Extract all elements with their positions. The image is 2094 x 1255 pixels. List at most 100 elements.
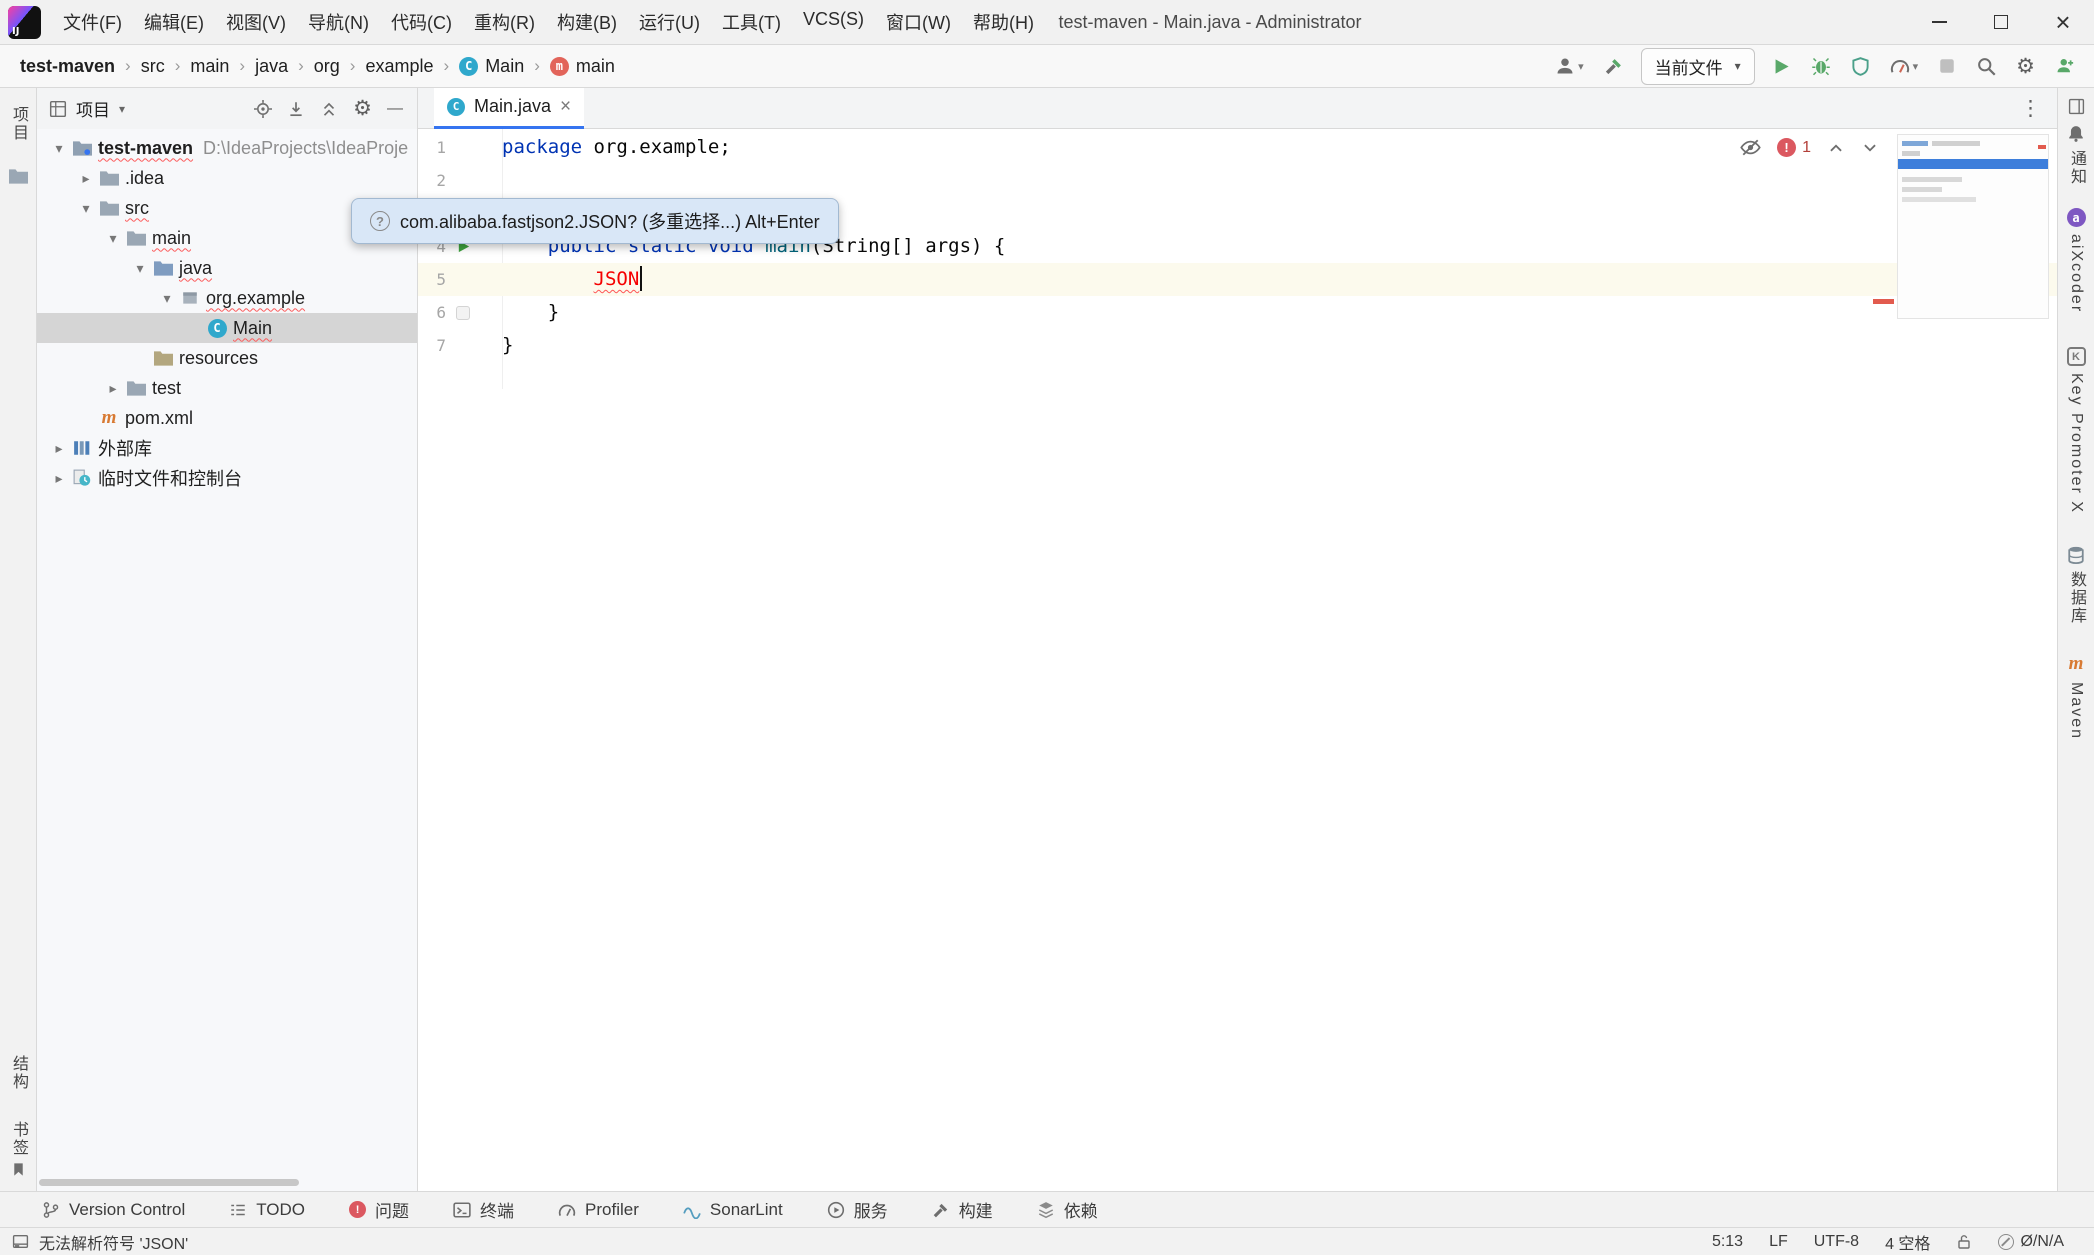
breadcrumb-method[interactable]: m main: [550, 56, 615, 77]
code-line[interactable]: 2: [418, 164, 2057, 197]
toolwindow-aixcoder-button[interactable]: aiXcoder: [2067, 234, 2085, 313]
close-icon[interactable]: ×: [560, 96, 571, 118]
breadcrumb-project[interactable]: test-maven: [20, 56, 115, 77]
menu-run[interactable]: 运行(U): [629, 4, 710, 40]
settings-button[interactable]: ⚙: [2013, 53, 2038, 80]
collapse-all-icon[interactable]: [320, 100, 338, 118]
chevron-right-icon[interactable]: ▸: [47, 440, 71, 457]
menu-refactor[interactable]: 重构(R): [464, 4, 545, 40]
debug-button[interactable]: [1808, 53, 1834, 79]
code-line[interactable]: 6 }: [418, 296, 2057, 329]
tree-item-resources[interactable]: resources: [37, 343, 417, 373]
previous-error-icon[interactable]: [1827, 139, 1845, 157]
menu-code[interactable]: 代码(C): [381, 4, 462, 40]
tree-item-idea[interactable]: ▸ .idea: [37, 163, 417, 193]
chevron-down-icon[interactable]: ▾: [101, 230, 125, 247]
tree-item-java[interactable]: ▾ java: [37, 253, 417, 283]
chevron-down-icon[interactable]: ▾: [155, 290, 179, 307]
project-panel-title[interactable]: 项目: [76, 96, 110, 121]
toolwindow-todo-button[interactable]: TODO: [229, 1200, 305, 1220]
tree-item-main-class[interactable]: C Main: [37, 313, 417, 343]
fold-marker-icon[interactable]: [456, 306, 470, 320]
bookmark-icon[interactable]: [11, 1162, 26, 1177]
code-with-me-button[interactable]: [2052, 53, 2078, 79]
tab-main-java[interactable]: C Main.java ×: [434, 88, 584, 129]
toolwindow-problems-button[interactable]: ! 问题: [349, 1197, 409, 1222]
menu-navigate[interactable]: 导航(N): [298, 4, 379, 40]
run-config-select[interactable]: 当前文件 ▾: [1641, 48, 1755, 85]
breadcrumb-src[interactable]: src: [141, 56, 165, 77]
code-editor[interactable]: 1 package org.example; 2 3 4 public stat…: [418, 129, 2057, 1191]
locate-file-icon[interactable]: [254, 100, 272, 118]
breadcrumb-example[interactable]: example: [365, 56, 433, 77]
toolwindow-notifications-button[interactable]: 通知: [2064, 150, 2088, 186]
caret-position[interactable]: 5:13: [1712, 1233, 1743, 1251]
menu-vcs[interactable]: VCS(S): [793, 4, 874, 40]
status-message[interactable]: 无法解析符号 'JSON': [39, 1230, 188, 1254]
search-everywhere-button[interactable]: [1973, 53, 1999, 79]
toolwindow-sonarlint-button[interactable]: SonarLint: [683, 1200, 783, 1220]
minimize-button[interactable]: [1908, 0, 1970, 44]
user-account-button[interactable]: ▾: [1552, 53, 1587, 79]
toolwindow-profiler-button[interactable]: Profiler: [558, 1200, 639, 1220]
chevron-down-icon[interactable]: ▾: [47, 140, 71, 157]
menu-view[interactable]: 视图(V): [216, 4, 296, 40]
toolwindow-project-button[interactable]: 项目: [6, 106, 30, 142]
folder-icon[interactable]: [9, 168, 28, 185]
toolwindow-structure-button[interactable]: 结构: [6, 1055, 30, 1091]
next-error-icon[interactable]: [1861, 139, 1879, 157]
menu-build[interactable]: 构建(B): [547, 4, 627, 40]
stop-button[interactable]: [1935, 54, 1959, 78]
toolwindow-dependencies-button[interactable]: 依赖: [1037, 1197, 1098, 1222]
code-line[interactable]: 7 }: [418, 329, 2057, 362]
highlighting-off-icon[interactable]: [1740, 137, 1761, 158]
close-window-button[interactable]: ×: [2032, 0, 2094, 44]
toolwindow-services-button[interactable]: 服务: [827, 1197, 888, 1222]
tree-item-external-libraries[interactable]: ▸ 外部库: [37, 433, 417, 463]
minimap[interactable]: [1897, 134, 2049, 319]
tree-item-pom-xml[interactable]: m pom.xml: [37, 403, 417, 433]
breadcrumb-java[interactable]: java: [255, 56, 288, 77]
editor-layout-icon[interactable]: [2068, 98, 2085, 115]
toolwindow-key-promoter-button[interactable]: Key Promoter X: [2067, 373, 2085, 514]
breadcrumb-org[interactable]: org: [314, 56, 340, 77]
menu-help[interactable]: 帮助(H): [963, 4, 1044, 40]
file-encoding[interactable]: UTF-8: [1814, 1233, 1859, 1251]
more-icon[interactable]: ⋮: [2020, 96, 2041, 121]
lock-icon[interactable]: [1956, 1234, 1972, 1250]
menu-tools[interactable]: 工具(T): [712, 4, 791, 40]
panel-toggle-icon[interactable]: [12, 1233, 29, 1250]
maximize-button[interactable]: [1970, 0, 2032, 44]
menu-window[interactable]: 窗口(W): [876, 4, 961, 40]
run-button[interactable]: [1769, 54, 1794, 79]
chevron-down-icon[interactable]: ▾: [119, 102, 125, 116]
indent-style[interactable]: 4 空格: [1885, 1230, 1930, 1254]
error-stripe-mark[interactable]: [1873, 299, 1894, 304]
toolwindow-maven-button[interactable]: Maven: [2067, 682, 2085, 740]
horizontal-scrollbar[interactable]: [39, 1179, 299, 1186]
chevron-right-icon[interactable]: ▸: [74, 170, 98, 187]
chevron-down-icon[interactable]: ▾: [74, 200, 98, 217]
scroll-to-source-icon[interactable]: [287, 100, 305, 118]
breadcrumb-main-dir[interactable]: main: [190, 56, 229, 77]
import-suggestion-popup[interactable]: ? com.alibaba.fastjson2.JSON? (多重选择...) …: [351, 198, 839, 244]
tree-item-test[interactable]: ▸ test: [37, 373, 417, 403]
toolwindow-terminal-button[interactable]: 终端: [453, 1197, 514, 1222]
toolwindow-bookmarks-button[interactable]: 书签: [6, 1121, 30, 1157]
memory-indicator[interactable]: Ø/N/A: [1998, 1233, 2064, 1251]
gear-icon[interactable]: ⚙: [353, 98, 372, 119]
line-separator[interactable]: LF: [1769, 1233, 1788, 1251]
chevron-right-icon[interactable]: ▸: [47, 470, 71, 487]
build-project-button[interactable]: [1601, 53, 1627, 79]
code-line-current[interactable]: 5 JSON: [418, 263, 2057, 296]
coverage-button[interactable]: [1848, 54, 1873, 79]
breadcrumb-class[interactable]: C Main: [459, 56, 524, 77]
tree-item-test-maven[interactable]: ▾ test-maven D:\IdeaProjects\IdeaProje: [37, 133, 417, 163]
toolwindow-build-button[interactable]: 构建: [932, 1197, 993, 1222]
profiler-button[interactable]: ▾: [1887, 53, 1922, 79]
chevron-right-icon[interactable]: ▸: [101, 380, 125, 397]
error-count-badge[interactable]: ! 1: [1777, 138, 1811, 157]
hide-panel-icon[interactable]: —: [387, 100, 403, 118]
menu-file[interactable]: 文件(F): [53, 4, 132, 40]
chevron-down-icon[interactable]: ▾: [128, 260, 152, 277]
